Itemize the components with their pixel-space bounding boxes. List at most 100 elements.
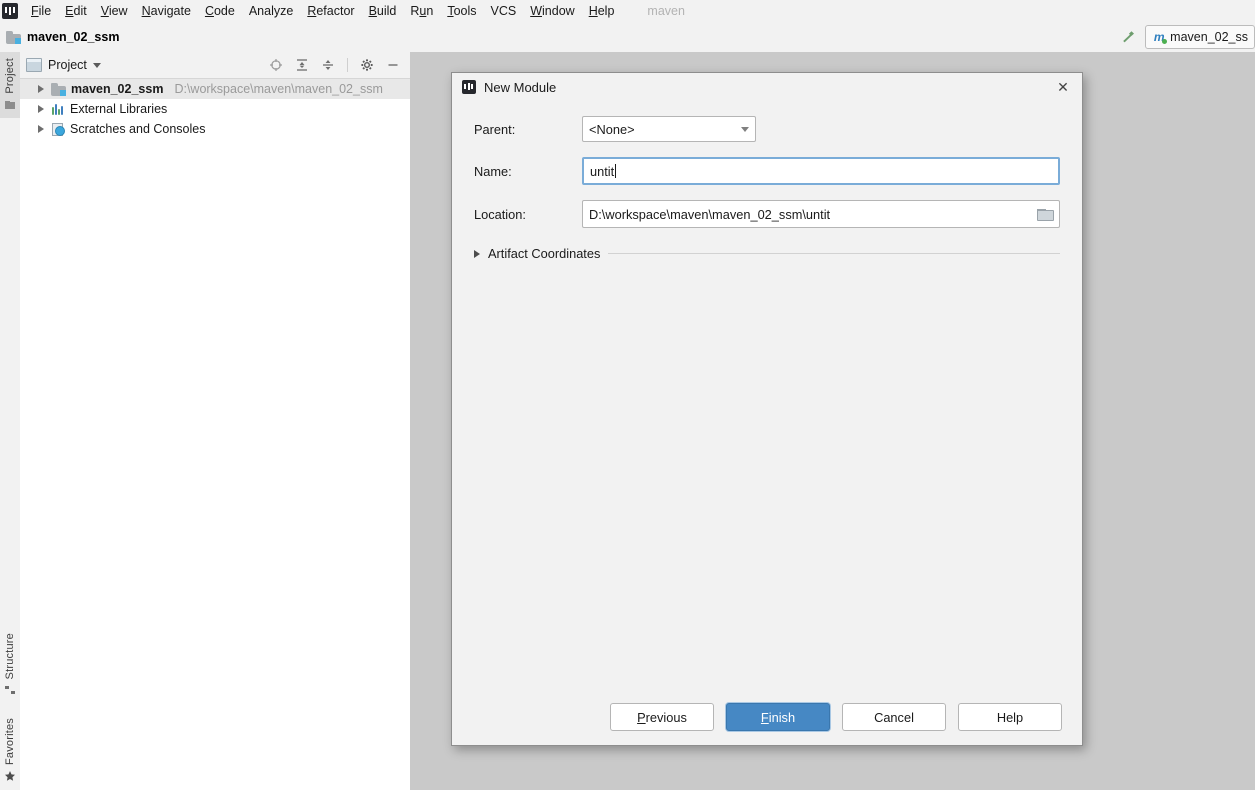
dialog-title: New Module — [484, 79, 557, 95]
scratches-icon — [51, 122, 65, 136]
intellij-logo-icon — [462, 80, 476, 94]
hide-window-icon[interactable] — [386, 58, 400, 72]
name-field-row: Name: untit — [474, 157, 1060, 185]
intellij-window: File Edit View Navigate Code Analyze Ref… — [0, 0, 1255, 790]
menu-item-navigate-label: avigate — [150, 4, 191, 18]
chevron-right-icon[interactable] — [38, 85, 44, 93]
parent-field-row: Parent: <None> — [474, 116, 1060, 142]
location-field-row: Location: D:\workspace\maven\maven_02_ss… — [474, 200, 1060, 228]
parent-select-value: <None> — [589, 121, 635, 137]
location-input-value: D:\workspace\maven\maven_02_ssm\untit — [589, 206, 831, 222]
sidebar-tab-favorites-label: Favorites — [4, 718, 16, 766]
text-caret — [615, 164, 617, 178]
menu-item-vcs[interactable]: VCS — [484, 2, 524, 20]
parent-select[interactable]: <None> — [582, 116, 756, 142]
sidebar-tab-favorites[interactable]: Favorites — [0, 712, 20, 789]
sidebar-tab-structure[interactable]: Structure — [0, 627, 20, 703]
menu-item-help-label: elp — [597, 4, 615, 18]
menu-item-file[interactable]: File — [24, 2, 58, 20]
project-window-icon — [4, 98, 16, 110]
breadcrumb-label: maven_02_ssm — [27, 30, 120, 44]
libraries-icon — [51, 103, 65, 115]
name-label: Name: — [474, 163, 512, 179]
settings-gear-icon[interactable] — [360, 58, 374, 72]
tree-item-label: External Libraries — [70, 102, 168, 116]
menu-bar: File Edit View Navigate Code Analyze Ref… — [0, 0, 1255, 23]
finish-button-label: inish — [768, 709, 796, 725]
menu-trailing-text: maven — [647, 4, 685, 18]
artifact-coordinates-label: Artifact Coordinates — [488, 246, 601, 261]
previous-button-label: revious — [645, 709, 687, 725]
folder-browse-icon[interactable] — [1037, 208, 1054, 221]
cancel-button-label: Cancel — [874, 709, 914, 725]
menu-item-build-label: uild — [376, 4, 397, 18]
menu-item-vcs-label: VCS — [490, 4, 517, 18]
star-icon — [4, 769, 16, 781]
menu-item-build[interactable]: Build — [362, 2, 404, 20]
new-module-dialog: New Module ✕ Parent: <None> Name: untit … — [451, 72, 1083, 746]
tree-row[interactable]: maven_02_ssm D:\workspace\maven\maven_02… — [20, 79, 410, 99]
help-button-label: Help — [996, 709, 1024, 725]
sidebar-tab-project[interactable]: Project — [0, 52, 20, 118]
locate-icon[interactable] — [269, 58, 283, 72]
project-tool-window: Project maven_02_ssm D:\workspace\maven\… — [20, 52, 411, 790]
menu-item-navigate[interactable]: Navigate — [135, 2, 198, 20]
menu-item-window[interactable]: Window — [523, 2, 581, 20]
structure-icon — [4, 683, 16, 695]
menu-item-view[interactable]: View — [94, 2, 135, 20]
tree-row[interactable]: External Libraries — [20, 99, 410, 119]
project-panel-toolbar — [269, 58, 404, 72]
dialog-title-group: New Module — [462, 80, 556, 95]
dialog-titlebar: New Module ✕ — [452, 73, 1082, 102]
menu-item-help[interactable]: Help — [582, 2, 622, 20]
collapse-all-icon[interactable] — [321, 58, 335, 72]
chevron-right-icon[interactable] — [38, 105, 44, 113]
tree-item-label: Scratches and Consoles — [70, 122, 206, 136]
hammer-icon[interactable] — [1119, 28, 1137, 46]
dialog-body: Parent: <None> Name: untit Location: D:\… — [452, 102, 1082, 689]
project-tree: maven_02_ssm D:\workspace\maven\maven_02… — [20, 79, 410, 139]
chevron-down-icon[interactable] — [92, 62, 101, 68]
chevron-down-icon — [741, 126, 749, 132]
cancel-button[interactable]: Cancel — [842, 703, 946, 731]
artifact-coordinates-section[interactable]: Artifact Coordinates — [474, 246, 1060, 261]
menu-item-file-label: ile — [38, 4, 52, 18]
sidebar-tab-structure-label: Structure — [4, 633, 16, 680]
menu-item-analyze[interactable]: Analyze — [242, 2, 300, 20]
location-input[interactable]: D:\workspace\maven\maven_02_ssm\untit — [582, 200, 1060, 228]
project-panel-header: Project — [20, 52, 410, 79]
project-folder-icon — [51, 82, 66, 96]
chevron-right-icon[interactable] — [474, 249, 480, 258]
chevron-right-icon[interactable] — [38, 125, 44, 133]
menu-item-analyze-label: Analyze — [248, 4, 294, 18]
project-folder-icon — [6, 30, 21, 44]
menu-item-code-label: ode — [213, 4, 235, 18]
previous-button[interactable]: Previous — [610, 703, 714, 731]
breadcrumb[interactable]: maven_02_ssm — [6, 30, 119, 44]
menu-item-tools[interactable]: Tools — [440, 2, 483, 20]
menu-item-view-label: iew — [108, 4, 128, 18]
dialog-footer: Previous Finish Cancel Help — [452, 689, 1082, 745]
run-configuration-selector[interactable]: m maven_02_ss — [1145, 25, 1255, 49]
finish-button[interactable]: Finish — [726, 703, 830, 731]
menu-item-run[interactable]: Run — [403, 2, 440, 20]
menu-item-edit[interactable]: Edit — [58, 2, 94, 20]
run-configuration-label: maven_02_ss — [1170, 30, 1248, 44]
tool-window-rail: Project Structure Favorites — [0, 52, 21, 790]
tree-row[interactable]: Scratches and Consoles — [20, 119, 410, 139]
name-input[interactable]: untit — [582, 157, 1060, 185]
menu-item-tools-label: ools — [453, 4, 477, 18]
project-panel-title-group[interactable]: Project — [26, 58, 101, 72]
project-panel-title: Project — [48, 58, 87, 72]
location-label: Location: — [474, 206, 526, 222]
menu-item-code[interactable]: Code — [198, 2, 242, 20]
close-icon[interactable]: ✕ — [1052, 77, 1074, 97]
menu-item-window-label: indow — [542, 4, 575, 18]
menu-item-refactor[interactable]: Refactor — [300, 2, 361, 20]
expand-all-icon[interactable] — [295, 58, 309, 72]
maven-icon: m — [1152, 30, 1168, 44]
sidebar-tab-project-label: Project — [4, 58, 16, 94]
help-button[interactable]: Help — [958, 703, 1062, 731]
name-input-value: untit — [590, 163, 615, 179]
navigation-bar: maven_02_ssm m maven_02_ss — [0, 22, 1255, 53]
